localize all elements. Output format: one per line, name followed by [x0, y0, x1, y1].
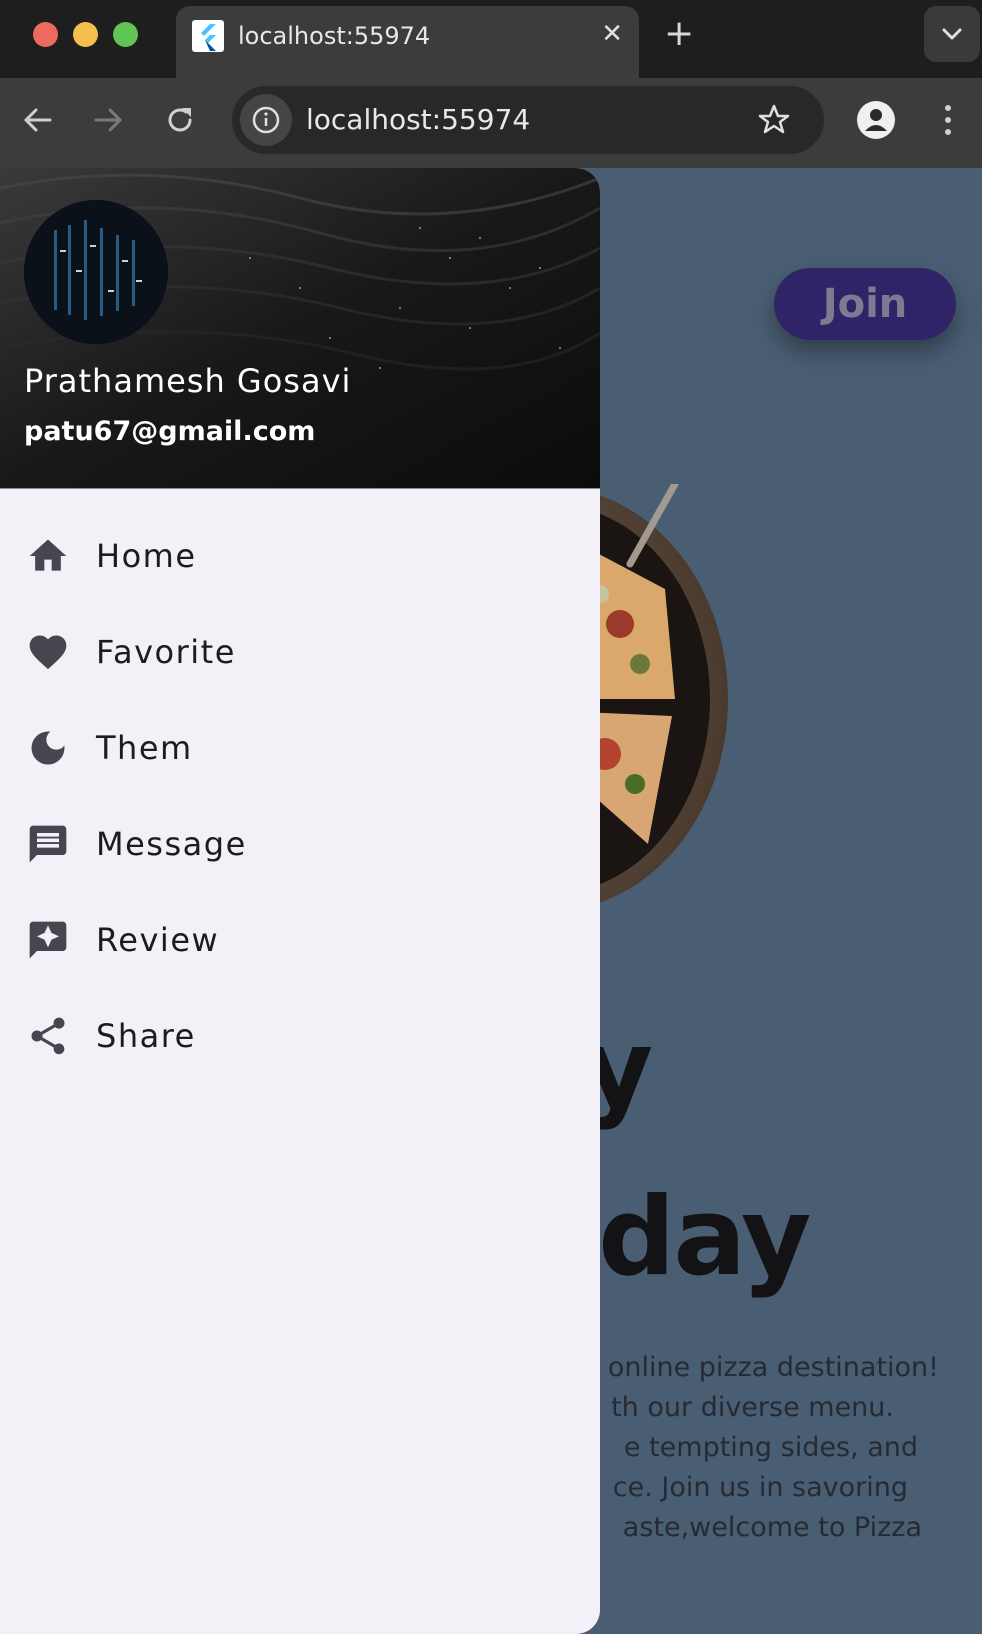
drawer-item-review[interactable]: Review	[0, 892, 600, 988]
forward-arrow-icon[interactable]	[88, 100, 128, 140]
drawer-item-label: Them	[96, 729, 193, 767]
bookmark-star-icon[interactable]	[756, 102, 792, 138]
drawer-header: Prathamesh Gosavi patu67@gmail.com	[0, 168, 600, 489]
avatar-image	[24, 200, 168, 344]
navigation-drawer: Prathamesh Gosavi patu67@gmail.com Home …	[0, 168, 600, 1634]
drawer-item-theme[interactable]: Them	[0, 700, 600, 796]
share-icon	[31, 1017, 65, 1055]
new-tab-button[interactable]: +	[664, 16, 694, 52]
drawer-item-favorite[interactable]: Favorite	[0, 604, 600, 700]
drawer-item-label: Share	[96, 1017, 196, 1055]
drawer-item-label: Home	[96, 537, 197, 575]
user-avatar[interactable]	[24, 200, 168, 344]
drawer-item-message[interactable]: Message	[0, 796, 600, 892]
home-icon	[29, 539, 67, 571]
browser-tab-strip: localhost:55974 ✕ +	[0, 0, 982, 78]
chevron-down-icon	[942, 28, 962, 40]
profile-avatar-icon[interactable]	[856, 100, 896, 140]
tab-search-button[interactable]	[924, 6, 980, 62]
drawer-item-share[interactable]: Share	[0, 988, 600, 1084]
address-bar[interactable]: localhost:55974	[232, 86, 824, 154]
minimize-window-button[interactable]	[73, 22, 98, 47]
drawer-item-label: Message	[96, 825, 247, 863]
info-icon	[252, 106, 280, 134]
site-info-button[interactable]	[240, 94, 292, 146]
user-name: Prathamesh Gosavi	[24, 362, 352, 400]
drawer-item-home[interactable]: Home	[0, 508, 600, 604]
more-menu-icon[interactable]	[928, 100, 968, 140]
browser-tab[interactable]: localhost:55974 ✕	[176, 6, 639, 78]
reload-icon[interactable]	[160, 100, 200, 140]
drawer-item-label: Review	[96, 921, 220, 959]
join-button[interactable]: Join	[774, 268, 956, 340]
message-icon	[29, 825, 67, 863]
tab-close-icon[interactable]: ✕	[601, 18, 623, 50]
drawer-item-label: Favorite	[96, 633, 236, 671]
user-email: patu67@gmail.com	[24, 416, 316, 447]
back-arrow-icon[interactable]	[18, 100, 58, 140]
moon-icon	[31, 731, 65, 765]
review-icon	[29, 921, 67, 959]
tab-title: localhost:55974	[238, 22, 431, 50]
web-page: Join day er day online pizza destination…	[0, 168, 982, 1634]
browser-toolbar: localhost:55974	[0, 78, 982, 168]
close-window-button[interactable]	[33, 22, 58, 47]
url-text[interactable]: localhost:55974	[306, 102, 530, 138]
flutter-favicon-icon	[192, 20, 224, 52]
maximize-window-button[interactable]	[113, 22, 138, 47]
heart-icon	[29, 635, 67, 670]
